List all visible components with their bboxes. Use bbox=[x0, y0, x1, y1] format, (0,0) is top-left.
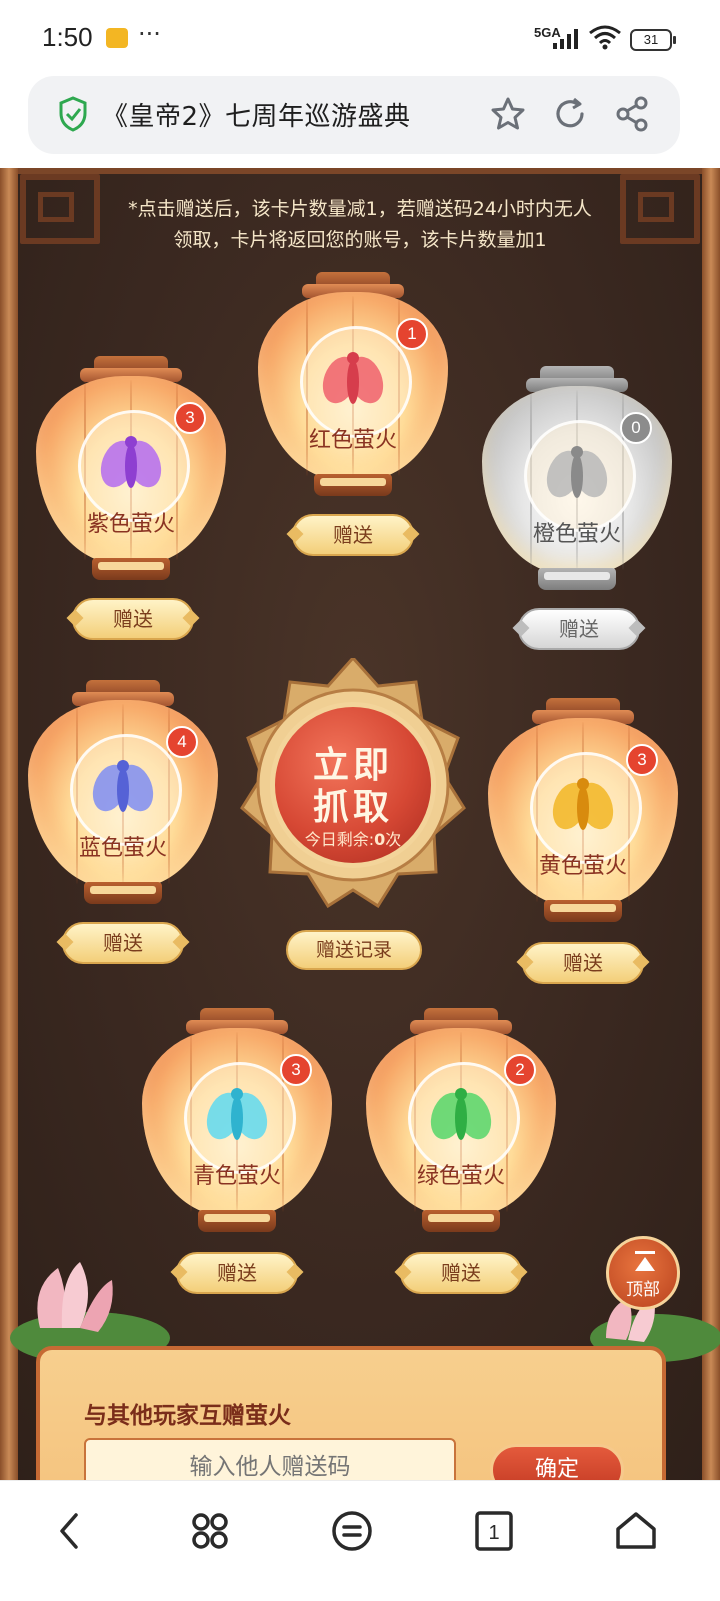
page-title[interactable]: 《皇帝2》七周年巡游盛典 bbox=[102, 96, 411, 133]
gift-button-cyan[interactable]: 赠送 bbox=[176, 1252, 298, 1294]
gift-button-green[interactable]: 赠送 bbox=[400, 1252, 522, 1294]
catch-now-button[interactable]: 立即 抓取 今日剩余:0次 bbox=[238, 658, 468, 908]
lantern-count-badge: 0 bbox=[620, 412, 652, 444]
firefly-cyan-icon bbox=[206, 1088, 268, 1140]
lantern-count-badge: 3 bbox=[174, 402, 206, 434]
more-notifications-icon: ··· bbox=[138, 20, 161, 48]
gift-button-blue[interactable]: 赠送 bbox=[62, 922, 184, 964]
notice-line-1: *点击赠送后，该卡片数量减1，若赠送码24小时内无人 bbox=[128, 198, 592, 220]
lantern-name: 橙色萤火 bbox=[532, 522, 621, 547]
home-icon[interactable] bbox=[606, 1501, 666, 1561]
lantern-blue: 4 蓝色萤火 bbox=[28, 680, 218, 912]
wifi-icon bbox=[589, 25, 621, 50]
lantern-green: 2 绿色萤火 bbox=[366, 1008, 556, 1240]
gift-notice: *点击赠送后，该卡片数量减1，若赠送码24小时内无人 领取，卡片将返回您的账号，… bbox=[90, 194, 630, 256]
notification-app-icon bbox=[106, 28, 128, 48]
firefly-purple-icon bbox=[100, 436, 162, 488]
confirm-button[interactable]: 确定 bbox=[490, 1444, 624, 1480]
lantern-purple: 3 紫色萤火 bbox=[36, 356, 226, 588]
browser-address-bar[interactable]: 《皇帝2》七周年巡游盛典 bbox=[28, 76, 680, 154]
bookmark-star-icon[interactable] bbox=[488, 94, 528, 134]
status-bar: 1:50 ··· 5GA 31 bbox=[0, 0, 720, 76]
firefly-yellow-icon bbox=[552, 778, 614, 830]
gift-button-yellow[interactable]: 赠送 bbox=[522, 942, 644, 984]
back-icon[interactable] bbox=[40, 1501, 100, 1561]
lattice-corner-left bbox=[20, 174, 100, 244]
lantern-cyan: 3 青色萤火 bbox=[142, 1008, 332, 1240]
signal-icon bbox=[553, 29, 578, 49]
firefly-red-icon bbox=[322, 352, 384, 404]
back-to-top-label: 顶部 bbox=[626, 1280, 660, 1300]
gift-button-red[interactable]: 赠送 bbox=[292, 514, 414, 556]
gift-button-purple[interactable]: 赠送 bbox=[72, 598, 194, 640]
lantern-name: 绿色萤火 bbox=[416, 1164, 505, 1189]
frame-top bbox=[0, 168, 720, 174]
refresh-icon[interactable] bbox=[550, 94, 590, 134]
remaining-today: 今日剩余:0次 bbox=[304, 830, 402, 849]
lantern-count-badge: 2 bbox=[504, 1054, 536, 1086]
tabs-icon[interactable]: 1 bbox=[464, 1501, 524, 1561]
battery-icon: 31 bbox=[630, 29, 676, 51]
exchange-title: 与其他玩家互赠萤火 bbox=[84, 1403, 291, 1429]
gift-code-input[interactable] bbox=[84, 1438, 456, 1480]
lantern-name: 青色萤火 bbox=[192, 1164, 281, 1189]
catch-label-line2: 抓取 bbox=[312, 786, 393, 828]
lantern-count-badge: 3 bbox=[626, 744, 658, 776]
lantern-red: 1 红色萤火 bbox=[258, 272, 448, 504]
status-time: 1:50 bbox=[42, 22, 93, 52]
firefly-orange-icon bbox=[546, 446, 608, 498]
back-to-top-button[interactable]: 顶部 bbox=[606, 1236, 680, 1310]
lantern-count-badge: 1 bbox=[396, 318, 428, 350]
lantern-count-badge: 4 bbox=[166, 726, 198, 758]
gift-button-orange[interactable]: 赠送 bbox=[518, 608, 640, 650]
menu-icon[interactable] bbox=[322, 1501, 382, 1561]
firefly-blue-icon bbox=[92, 760, 154, 812]
top-arrow-icon bbox=[635, 1251, 655, 1254]
notice-line-2: 领取，卡片将返回您的账号，该卡片数量加1 bbox=[173, 229, 547, 251]
lantern-orange: 0 橙色萤火 bbox=[482, 366, 672, 598]
exchange-panel: 与其他玩家互赠萤火 确定 bbox=[36, 1346, 666, 1480]
share-icon[interactable] bbox=[612, 94, 652, 134]
lattice-corner-right bbox=[620, 174, 700, 244]
svg-text:1: 1 bbox=[488, 1522, 499, 1544]
secure-shield-icon bbox=[59, 96, 87, 132]
lantern-name: 蓝色萤火 bbox=[78, 836, 167, 861]
lantern-yellow: 3 黄色萤火 bbox=[488, 698, 678, 930]
lantern-count-badge: 3 bbox=[280, 1054, 312, 1086]
event-page: *点击赠送后，该卡片数量减1，若赠送码24小时内无人 领取，卡片将返回您的账号，… bbox=[0, 168, 720, 1480]
apps-icon[interactable] bbox=[180, 1501, 240, 1561]
lantern-name: 紫色萤火 bbox=[86, 512, 175, 537]
lantern-name: 红色萤火 bbox=[308, 428, 397, 453]
firefly-green-icon bbox=[430, 1088, 492, 1140]
gift-record-button[interactable]: 赠送记录 bbox=[286, 930, 422, 970]
browser-bottom-nav: 1 bbox=[0, 1480, 720, 1601]
lantern-name: 黄色萤火 bbox=[538, 854, 627, 879]
